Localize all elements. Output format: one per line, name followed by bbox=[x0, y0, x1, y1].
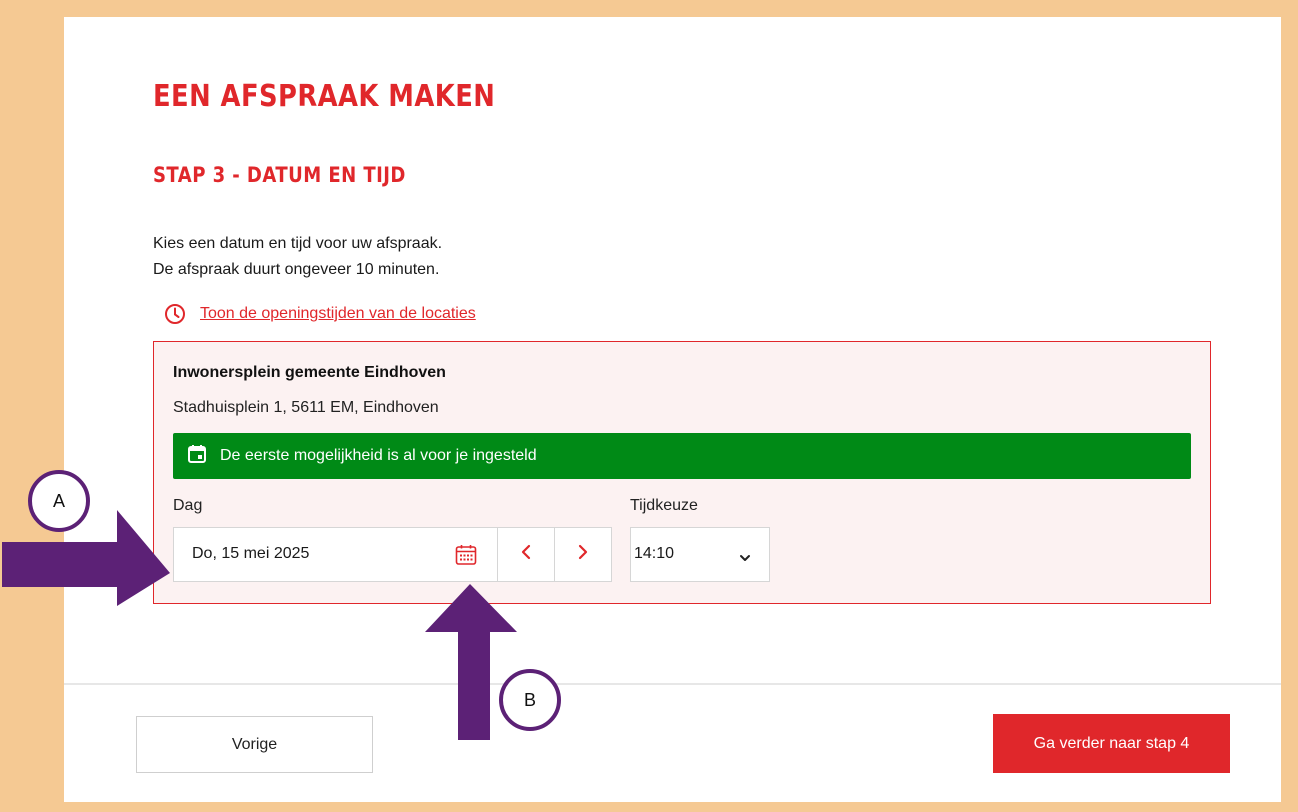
chevron-right-icon bbox=[576, 544, 590, 565]
page-title: EEN AFSPRAAK MAKEN bbox=[153, 79, 496, 114]
date-field[interactable]: Do, 15 mei 2025 bbox=[173, 527, 498, 582]
banner-text: De eerste mogelijkheid is al voor je ing… bbox=[220, 447, 537, 464]
time-value[interactable]: 14:10 bbox=[634, 545, 674, 563]
opening-hours-link-label[interactable]: Toon de openingstijden van de locaties bbox=[200, 305, 476, 323]
previous-day-button[interactable] bbox=[497, 527, 555, 582]
location-address: Stadhuisplein 1, 5611 EM, Eindhoven bbox=[173, 399, 439, 416]
intro-line: De afspraak duurt ongeveer 10 minuten. bbox=[153, 261, 440, 278]
calendar-grid-icon[interactable] bbox=[454, 543, 478, 572]
calendar-icon bbox=[186, 443, 208, 470]
location-card: Inwonersplein gemeente Eindhoven Stadhui… bbox=[153, 341, 1211, 604]
time-label: Tijdkeuze bbox=[630, 497, 698, 514]
intro-line: Kies een datum en tijd voor uw afspraak. bbox=[153, 235, 443, 252]
first-available-banner: De eerste mogelijkheid is al voor je ing… bbox=[173, 433, 1191, 479]
appointment-panel: EEN AFSPRAAK MAKEN STAP 3 - DATUM EN TIJ… bbox=[64, 17, 1281, 802]
back-button[interactable]: Vorige bbox=[136, 716, 373, 773]
step-title: STAP 3 - DATUM EN TIJD bbox=[153, 163, 406, 187]
date-value[interactable]: Do, 15 mei 2025 bbox=[192, 545, 309, 563]
annotation-badge-b: B bbox=[499, 669, 561, 731]
clock-icon bbox=[164, 303, 186, 325]
location-name: Inwonersplein gemeente Eindhoven bbox=[173, 364, 446, 381]
continue-button[interactable]: Ga verder naar stap 4 bbox=[993, 714, 1230, 773]
chevron-down-icon[interactable] bbox=[739, 550, 751, 568]
footer-divider bbox=[64, 683, 1281, 685]
next-day-button[interactable] bbox=[554, 527, 612, 582]
intro-text: Kies een datum en tijd voor uw afspraak.… bbox=[153, 231, 442, 283]
time-select[interactable]: 14:10 bbox=[630, 527, 770, 582]
day-label: Dag bbox=[173, 497, 203, 514]
chevron-left-icon bbox=[519, 544, 533, 565]
annotation-badge-a: A bbox=[28, 470, 90, 532]
opening-hours-link[interactable]: Toon de openingstijden van de locaties bbox=[164, 303, 476, 325]
